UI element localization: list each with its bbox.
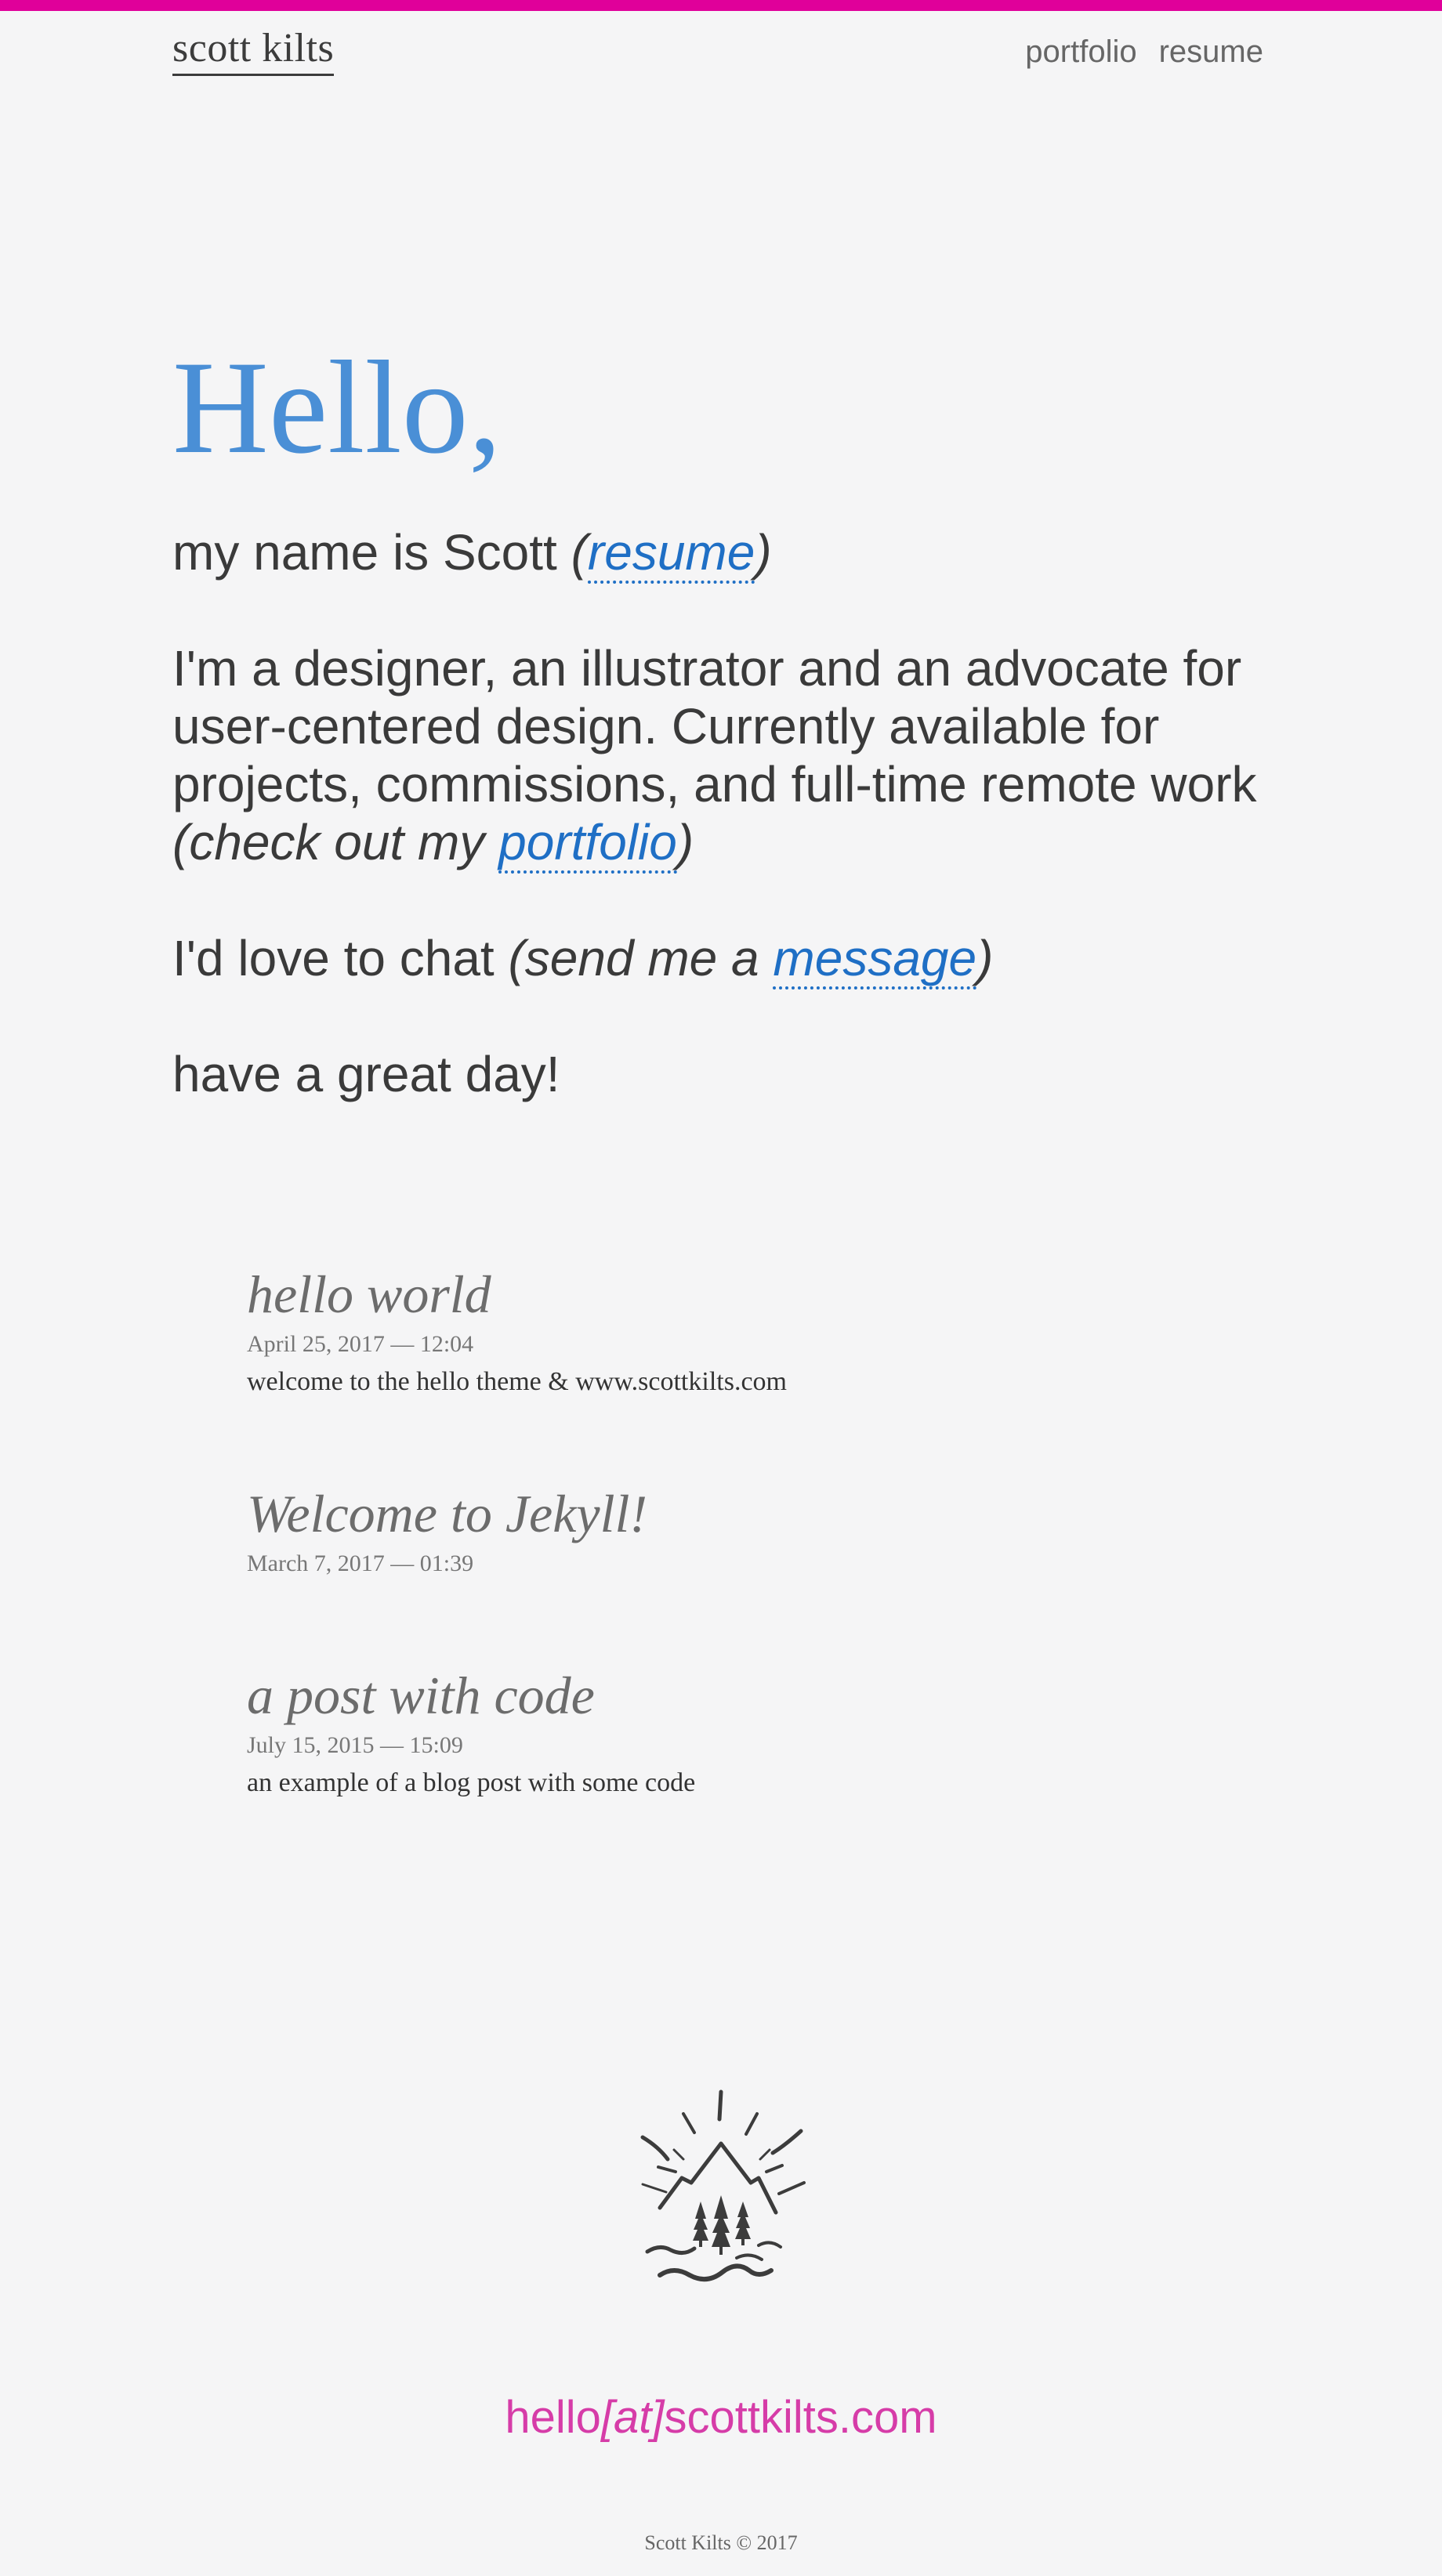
site-title-link[interactable]: scott kilts: [172, 24, 335, 76]
post-title-link[interactable]: hello world: [247, 1261, 1187, 1327]
nav-link-resume[interactable]: resume: [1159, 31, 1263, 72]
post-excerpt: welcome to the hello theme & www.scottki…: [247, 1367, 787, 1396]
intro-paren-close: ): [755, 524, 772, 581]
email-domain: scottkilts.com: [664, 2392, 937, 2443]
intro-text: my name is Scott (resume) I'm a designer…: [172, 523, 1285, 1161]
nav-link-portfolio[interactable]: portfolio: [1025, 31, 1136, 72]
footer-copyright: Scott Kilts © 2017: [644, 2531, 798, 2554]
footer-email-link[interactable]: hello[at]scottkilts.com: [0, 2386, 1442, 2449]
resume-link[interactable]: resume: [587, 524, 755, 584]
intro-line-name: my name is Scott (resume): [172, 523, 1285, 584]
mountain-sun-trees-logo-icon: [640, 2089, 806, 2282]
intro-line-about: I'm a designer, an illustrator and an ad…: [172, 639, 1285, 874]
post-item: hello world April 25, 2017 — 12:04 welco…: [247, 1261, 1187, 1401]
intro-about-aside-close: ): [676, 814, 694, 870]
intro-chat-aside: (send me a: [508, 930, 774, 986]
hero-greeting: Hello,: [172, 334, 502, 481]
portfolio-link[interactable]: portfolio: [498, 814, 677, 874]
intro-line-signoff-text: have a great day!: [172, 1046, 560, 1102]
post-item: a post with code July 15, 2015 — 15:09 a…: [247, 1662, 1187, 1802]
email-at: [at]: [600, 2392, 665, 2443]
email-prefix: hello: [505, 2392, 601, 2443]
intro-paren-open: (: [571, 524, 588, 581]
post-date: July 15, 2015 — 15:09: [247, 1732, 463, 1758]
intro-line-chat: I'd love to chat (send me a message): [172, 929, 1285, 990]
post-date: April 25, 2017 — 12:04: [247, 1331, 474, 1357]
intro-line-chat-text: I'd love to chat: [172, 930, 509, 986]
post-date: March 7, 2017 — 01:39: [247, 1550, 474, 1576]
intro-line-name-text: my name is Scott: [172, 524, 571, 581]
post-title-link[interactable]: a post with code: [247, 1662, 1187, 1728]
top-accent-bar: [0, 0, 1442, 11]
post-excerpt: an example of a blog post with some code: [247, 1768, 696, 1797]
main-nav: portfolio resume: [1025, 31, 1263, 72]
post-title-link[interactable]: Welcome to Jekyll!: [247, 1481, 1187, 1547]
intro-chat-aside-close: ): [976, 930, 994, 986]
message-link[interactable]: message: [773, 930, 977, 990]
intro-line-about-text: I'm a designer, an illustrator and an ad…: [172, 640, 1257, 812]
post-item: Welcome to Jekyll! March 7, 2017 — 01:39: [247, 1481, 1187, 1579]
intro-about-aside: (check out my: [172, 814, 499, 870]
intro-line-signoff: have a great day!: [172, 1045, 1285, 1103]
